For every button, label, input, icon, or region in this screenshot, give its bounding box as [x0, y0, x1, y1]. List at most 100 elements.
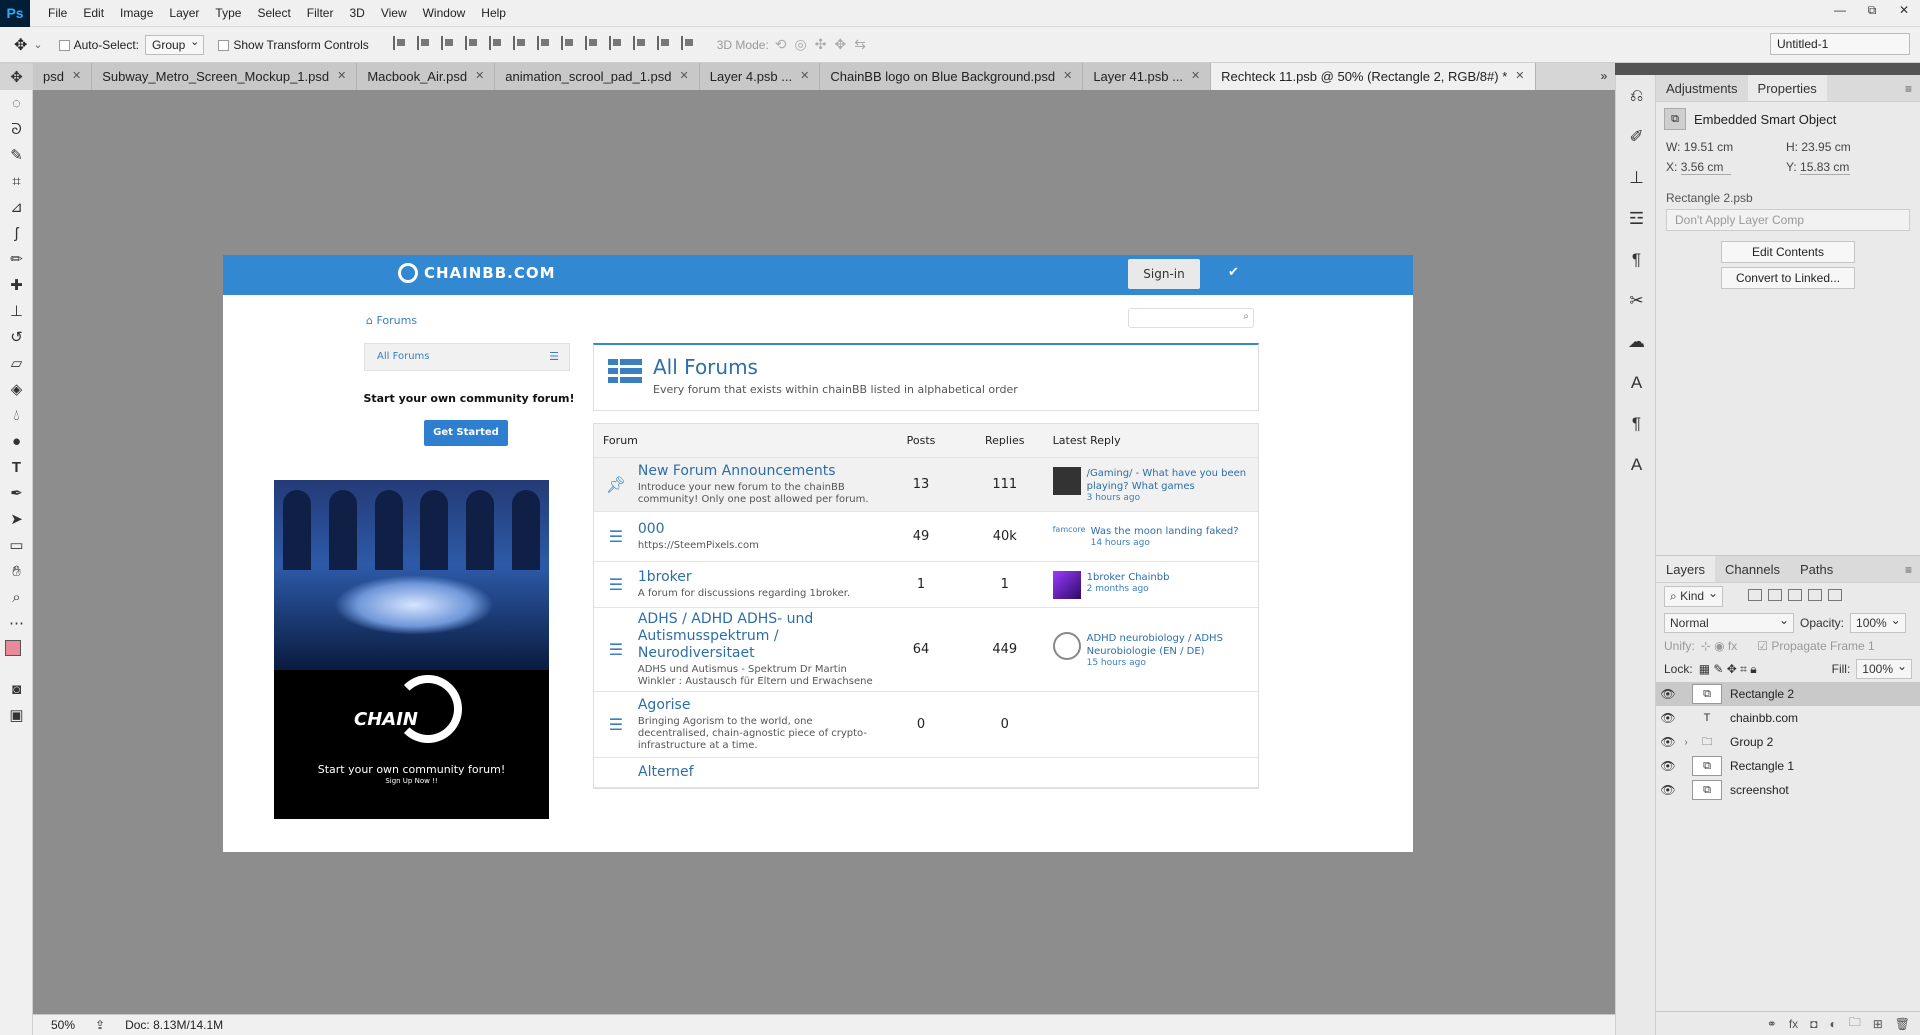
propagate-checkbox[interactable]: ☑ Propagate Frame 1 [1757, 639, 1874, 653]
minimize-button[interactable]: — [1824, 0, 1856, 20]
latest-reply-link[interactable]: /Gaming/ - What have you been playing? W… [1087, 467, 1250, 493]
menu-edit[interactable]: Edit [75, 0, 112, 27]
table-row[interactable]: ☰ ADHS / ADHD ADHS- und Autismusspektrum… [594, 608, 1258, 692]
distribute-bottom-icon[interactable] [584, 36, 601, 50]
latest-reply-link[interactable]: Was the moon landing faked? [1091, 525, 1239, 538]
menu-help[interactable]: Help [473, 0, 514, 27]
document-tab[interactable]: psd ✕ [33, 63, 93, 90]
forum-name[interactable]: Alternef [638, 764, 878, 781]
eye-icon[interactable]: 👁︎ [1656, 759, 1680, 773]
menu-3d[interactable]: 3D [341, 0, 372, 27]
menu-filter[interactable]: Filter [299, 0, 342, 27]
layer-row[interactable]: 👁︎ T chainbb.com [1656, 706, 1920, 730]
color-swatches[interactable] [0, 636, 33, 676]
avatar[interactable] [1052, 631, 1081, 660]
adjustment-filter-icon[interactable] [1768, 589, 1783, 601]
table-row[interactable]: ☰ Agorise Bringing Agorism to the world, … [594, 692, 1258, 758]
menu-layer[interactable]: Layer [161, 0, 207, 27]
distribute-right-icon[interactable] [656, 36, 673, 50]
promo-banner[interactable]: CHAIN Start your own community forum! Si… [274, 480, 549, 819]
close-button[interactable]: ✕ [1888, 0, 1920, 20]
auto-select-dropdown[interactable]: Group [145, 34, 205, 55]
eye-icon[interactable]: 👁︎ [1656, 687, 1680, 701]
close-tab-icon[interactable]: ✕ [680, 63, 689, 90]
paragraph-styles-icon[interactable]: ¶ [1616, 403, 1657, 444]
menu-type[interactable]: Type [207, 0, 249, 27]
smart-object-filter-icon[interactable] [1828, 589, 1843, 601]
clone-stamp-tool-icon[interactable]: ⊥ [0, 298, 33, 324]
forum-name[interactable]: 000 [638, 521, 877, 538]
canvas-area[interactable]: CHAINBB.COM Sign-in ✔ ⌂ Forums ⌕ All For… [33, 90, 1615, 1014]
quick-mask-icon[interactable]: ◙ [0, 676, 33, 702]
rectangle-tool-icon[interactable]: ▭ [0, 532, 33, 558]
check-icon[interactable]: ✔ [1228, 265, 1239, 280]
history-brush-tool-icon[interactable]: ↺ [0, 324, 33, 350]
table-row[interactable]: Alternef [594, 758, 1258, 788]
healing-tool-icon[interactable]: ✚ [0, 272, 33, 298]
forum-name[interactable]: 1broker [638, 569, 877, 586]
menu-select[interactable]: Select [249, 0, 298, 27]
document-tab[interactable]: Layer 4.psb ... ✕ [699, 63, 821, 90]
3d-mode-icons[interactable]: ⟲◎✣✥⇆ [775, 36, 874, 53]
close-tab-icon[interactable]: ✕ [1515, 63, 1524, 90]
close-tab-icon[interactable]: ✕ [337, 63, 346, 90]
site-search-input[interactable]: ⌕ [1128, 308, 1254, 328]
lock-icons[interactable]: ▦ ✎ ✥ ⌗ 🔒︎ [1699, 662, 1757, 677]
align-top-icon[interactable] [392, 36, 409, 50]
new-layer-icon[interactable]: ⊞ [1873, 1017, 1883, 1031]
blend-mode-select[interactable]: Normal [1664, 613, 1794, 633]
breadcrumb[interactable]: ⌂ Forums [366, 314, 417, 327]
layer-name[interactable]: chainbb.com [1730, 711, 1798, 725]
forum-name[interactable]: New Forum Announcements [638, 463, 877, 480]
character-styles-icon[interactable]: A [1616, 444, 1657, 485]
menu-image[interactable]: Image [112, 0, 161, 27]
tab-paths[interactable]: Paths [1790, 556, 1843, 582]
crop-tool-icon[interactable]: ⌗ [0, 168, 33, 194]
edit-contents-button[interactable]: Edit Contents [1721, 241, 1855, 263]
layer-row[interactable]: 👁︎ ⧉ screenshot [1656, 778, 1920, 802]
shape-filter-icon[interactable] [1808, 589, 1823, 601]
tool-presets-icon[interactable]: ☲ [1616, 198, 1657, 239]
forum-name[interactable]: ADHS / ADHD ADHS- und Autismusspektrum /… [638, 611, 877, 662]
table-row[interactable]: ☰ 1broker A forum for discussions regardi… [594, 562, 1258, 608]
distribute-left-icon[interactable] [608, 36, 625, 50]
document-canvas[interactable]: CHAINBB.COM Sign-in ✔ ⌂ Forums ⌕ All For… [223, 255, 1413, 852]
chevron-down-icon[interactable]: ⌄ [33, 38, 42, 51]
latest-reply-link[interactable]: 1broker Chainbb [1087, 571, 1170, 584]
layer-name[interactable]: Rectangle 1 [1730, 759, 1794, 773]
layer-row[interactable]: 👁︎ ⧉ Rectangle 1 [1656, 754, 1920, 778]
distribute-hcenter-icon[interactable] [632, 36, 649, 50]
document-tab[interactable]: Subway_Metro_Screen_Mockup_1.psd ✕ [92, 63, 358, 90]
foreground-color-swatch[interactable] [5, 640, 21, 656]
tab-layers[interactable]: Layers [1656, 556, 1716, 582]
tabs-overflow-button[interactable]: » [1593, 63, 1615, 90]
panel-menu-icon[interactable]: ≡ [1905, 563, 1912, 577]
blur-tool-icon[interactable]: 💧︎ [0, 402, 33, 428]
expand-arrow-icon[interactable]: › [1680, 737, 1692, 748]
avatar[interactable] [1052, 570, 1081, 599]
close-tab-icon[interactable]: ✕ [800, 63, 809, 90]
tools-icon[interactable]: ✂ [1616, 280, 1657, 321]
type-filter-icon[interactable] [1788, 589, 1803, 601]
eye-icon[interactable]: 👁︎ [1656, 783, 1680, 797]
libraries-icon[interactable]: ☁ [1616, 321, 1657, 362]
distribute-top-icon[interactable] [536, 36, 553, 50]
opacity-field[interactable]: 100% [1850, 613, 1906, 633]
pencil-tool-icon[interactable]: ✏ [0, 246, 33, 272]
kind-filter-select[interactable]: ⌕ Kind [1664, 586, 1724, 607]
y-field[interactable]: 15.83 cm [1800, 160, 1851, 175]
menu-view[interactable]: View [373, 0, 415, 27]
document-select[interactable]: Untitled-1 [1770, 33, 1910, 55]
document-tab[interactable]: Macbook_Air.psd ✕ [357, 63, 496, 90]
document-tab-active[interactable]: Rechteck 11.psb @ 50% (Rectangle 2, RGB/… [1211, 63, 1536, 90]
panel-menu-icon[interactable]: ≡ [1905, 82, 1912, 96]
unify-icons[interactable]: ⊹ ◉ fx [1701, 639, 1738, 653]
link-layers-icon[interactable]: ⚭ [1767, 1017, 1777, 1031]
forum-name[interactable]: Agorise [638, 697, 877, 714]
clone-source-icon[interactable]: ⊥ [1616, 157, 1657, 198]
tab-properties[interactable]: Properties [1747, 75, 1827, 101]
zoom-level[interactable]: 50% [51, 1018, 75, 1032]
add-mask-icon[interactable]: ◘ [1810, 1017, 1817, 1031]
table-row[interactable]: 📌︎ New Forum Announcements Introduce your… [594, 458, 1258, 512]
zoom-tool-icon[interactable]: ⌕ [0, 584, 33, 610]
